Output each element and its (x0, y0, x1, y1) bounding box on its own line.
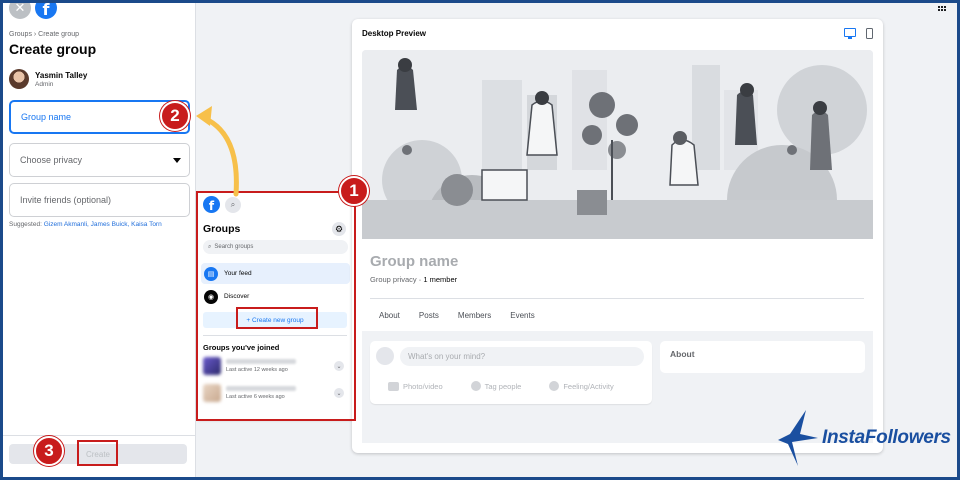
step-badge-1: 1 (339, 176, 369, 206)
caret-down-icon (173, 158, 181, 163)
photo-icon (388, 381, 399, 391)
apps-grid-icon[interactable] (938, 6, 946, 11)
highlight-create-button (77, 440, 118, 466)
composer-placeholder: What's on your mind? (408, 352, 486, 361)
tab-about[interactable]: About (379, 311, 400, 320)
suggested-names-link[interactable]: Gizem Akmanli, James Buick, Kaisa Torn (44, 221, 162, 228)
device-toggle (844, 28, 873, 39)
composer-input[interactable]: What's on your mind? (400, 347, 644, 366)
group-name-placeholder: Group name (21, 112, 72, 122)
tab-events[interactable]: Events (510, 311, 534, 320)
group-name-preview: Group name (370, 253, 459, 270)
highlight-groups-menu (196, 191, 356, 421)
step-badge-2: 2 (160, 101, 190, 131)
tab-posts[interactable]: Posts (419, 311, 439, 320)
action-label: Feeling/Activity (563, 381, 614, 391)
cover-illustration (362, 50, 873, 239)
brand-logo: InstaFollowers (778, 408, 951, 468)
brand-name: InstaFollowers (822, 427, 951, 448)
photo-video-button[interactable]: Photo/video (388, 381, 443, 391)
smiley-icon (549, 381, 560, 391)
action-label: Tag people (484, 381, 522, 391)
about-card-title: About (670, 349, 695, 359)
member-count: · 1 member (416, 275, 458, 284)
page-title: Create group (9, 41, 97, 57)
star-logo-icon (778, 410, 818, 466)
person-icon (470, 381, 481, 391)
suggested-label: Suggested: (9, 221, 42, 228)
divider (370, 298, 864, 299)
group-tabs: About Posts Members Events (379, 311, 535, 320)
group-privacy-preview: Group privacy · 1 member (370, 275, 457, 284)
desktop-preview-card: Desktop Preview Group name Group privacy… (352, 19, 883, 453)
post-composer: What's on your mind? Photo/video Tag peo… (370, 341, 652, 404)
curved-arrow-icon (196, 106, 239, 197)
close-icon[interactable]: ✕ (9, 0, 31, 19)
privacy-placeholder: Choose privacy (20, 155, 83, 165)
suggested-friends: Suggested: Gizem Akmanli, James Buick, K… (9, 221, 162, 228)
breadcrumb: Groups › Create group (9, 31, 80, 38)
privacy-text: Group privacy (370, 275, 417, 284)
action-label: Photo/video (403, 381, 443, 391)
tab-members[interactable]: Members (458, 311, 491, 320)
feeling-activity-button[interactable]: Feeling/Activity (549, 381, 614, 391)
privacy-select[interactable]: Choose privacy (9, 143, 190, 177)
desktop-icon[interactable] (844, 28, 856, 39)
panel-top-icons: ✕ f (9, 0, 57, 19)
cover-illustration-art (362, 50, 873, 239)
facebook-logo-icon[interactable]: f (35, 0, 57, 19)
admin-name: Yasmin Talley (35, 70, 88, 80)
avatar (9, 69, 29, 89)
invite-friends-input[interactable]: Invite friends (optional) (9, 183, 190, 217)
admin-info: Yasmin Talley Admin (9, 69, 87, 89)
preview-title: Desktop Preview (362, 29, 427, 38)
step-badge-3: 3 (34, 436, 64, 466)
composer-actions: Photo/video Tag people Feeling/Activity (388, 381, 614, 391)
invite-placeholder: Invite friends (optional) (20, 195, 112, 205)
admin-role: Admin (35, 80, 54, 88)
tag-people-button[interactable]: Tag people (470, 381, 522, 391)
about-card: About (660, 341, 865, 373)
mobile-icon[interactable] (866, 28, 873, 39)
divider (3, 435, 196, 436)
avatar (376, 347, 394, 365)
create-group-panel: ✕ f Groups › Create group Create group Y… (3, 0, 196, 477)
highlight-create-new-group (236, 307, 318, 329)
